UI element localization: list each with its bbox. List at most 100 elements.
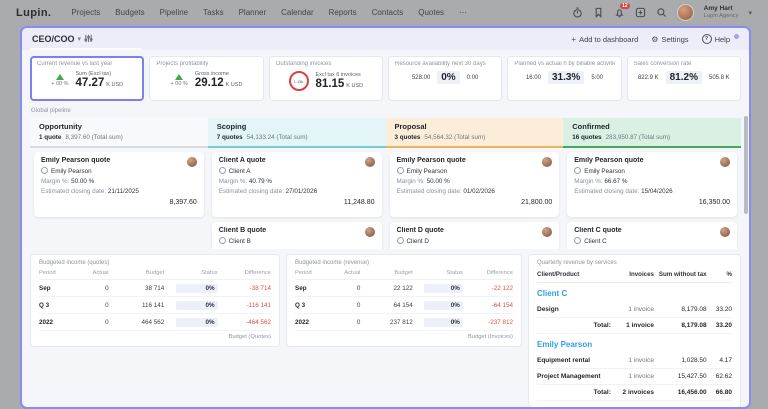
chevron-down-icon[interactable]: ▾ xyxy=(748,9,752,17)
kpi-card-projects-profitability[interactable]: Projects profitability+ 00 %Gross income… xyxy=(149,56,263,101)
search-icon[interactable] xyxy=(656,7,667,18)
quote-closing-date: Estimated closing date: 15/04/2026 xyxy=(574,188,730,195)
timer-icon[interactable] xyxy=(572,7,583,18)
quote-card[interactable]: Emily Pearson quoteEmily PearsonMargin %… xyxy=(567,152,737,217)
client-icon xyxy=(219,167,226,174)
stage-total: 54,564.32 (Total sum) xyxy=(424,134,485,141)
client-icon xyxy=(41,167,48,174)
quote-client: Emily Pearson xyxy=(41,167,197,175)
group-name-link[interactable]: Client C xyxy=(537,283,732,303)
closing-value: 27/01/2026 xyxy=(286,188,318,195)
invoices-cell: 1 invoice xyxy=(619,369,654,385)
difference-cell: -38 714 xyxy=(218,280,271,297)
client-icon xyxy=(397,167,404,174)
nav-item-pipeline[interactable]: Pipeline xyxy=(160,8,188,17)
stage-name: Proposal xyxy=(395,122,555,131)
kpi-card-sales-conversion-rate[interactable]: Sales conversion rate822.9 K81.2%505.8 K xyxy=(627,56,741,101)
quote-card[interactable]: Client D quoteClient D xyxy=(390,222,560,249)
quote-card[interactable]: Emily Pearson quoteEmily PearsonMargin %… xyxy=(390,152,560,217)
client-icon xyxy=(219,237,226,244)
status-cell: 0% xyxy=(413,297,463,314)
table-header-row: Client/ProductInvoicesSum without tax% xyxy=(537,268,732,283)
kpi-card-resource-availability-next-30-days[interactable]: Resource availability next 30 days528:00… xyxy=(388,56,502,101)
table-row: 20220464 5620%-464 562 xyxy=(39,314,271,331)
table-row: Q 30116 1410%-116 141 xyxy=(39,297,271,314)
dashboard-title[interactable]: CEO/COO xyxy=(32,34,75,44)
stage-total: 54,133.24 (Total sum) xyxy=(247,134,308,141)
kpi-value: 29.12 xyxy=(195,77,224,89)
quote-client: Client A xyxy=(219,167,375,175)
dashboard-actions: +Add to dashboard ⚙Settings ?Help xyxy=(571,34,739,44)
stage-header-proposal[interactable]: Proposal3 quotes54,564.32 (Total sum) xyxy=(386,118,564,148)
nav-item-calendar[interactable]: Calendar xyxy=(281,8,313,17)
invoices-cell: 1 invoice xyxy=(619,302,654,318)
nav-item-item[interactable]: ⋯ xyxy=(459,8,467,17)
total-label: Total: xyxy=(537,385,619,401)
quote-closing-date: Estimated closing date: 27/01/2026 xyxy=(219,188,375,195)
kpi-unit: K USD xyxy=(106,82,123,88)
quote-client: Client C xyxy=(574,237,730,245)
panel-title: Quarterly revenue by services xyxy=(537,260,732,266)
column-header: Budget xyxy=(109,268,165,280)
total-invoices: 1 invoice xyxy=(619,318,654,334)
nav-item-contacts[interactable]: Contacts xyxy=(372,8,404,17)
kpi-left-value: 16:00 xyxy=(526,75,541,81)
quote-title: Client B quote xyxy=(219,227,375,234)
action-help[interactable]: ?Help xyxy=(702,34,739,44)
user-avatar[interactable] xyxy=(677,4,694,21)
action-add-to-dashboard[interactable]: +Add to dashboard xyxy=(571,35,638,44)
kpi-card-current-revenue-vs-last-year[interactable]: Current revenue vs last year+ 00 %Sum (E… xyxy=(30,56,144,101)
period-cell: 2022 xyxy=(295,314,330,331)
nav-item-reports[interactable]: Reports xyxy=(329,8,357,17)
user-info[interactable]: Amy Hart Lupin Agency xyxy=(704,5,739,19)
kpi-right-value: 505.8 K xyxy=(709,75,730,81)
bookmark-icon[interactable] xyxy=(593,7,604,18)
budget-quotes-table: PeriodActualBudgetStatusDifferenceSep038… xyxy=(39,268,271,331)
dashboard-body: Current revenue vs last year+ 00 %Sum (E… xyxy=(22,50,749,408)
nav-item-planner[interactable]: Planner xyxy=(239,8,267,17)
quote-card[interactable]: Client A quoteClient AMargin %: 40.79 %E… xyxy=(212,152,382,217)
kpi-left-value: 528:00 xyxy=(412,75,430,81)
stage-header-scoping[interactable]: Scoping7 quotes54,133.24 (Total sum) xyxy=(208,118,386,148)
quarterly-revenue-panel: Quarterly revenue by services Client/Pro… xyxy=(528,254,741,408)
action-settings[interactable]: ⚙Settings xyxy=(651,35,688,44)
kpi-card-planned-vs-actual-h-by-billable-activities[interactable]: Planned vs actual h by billable activiti… xyxy=(507,56,621,101)
status-cell: 0% xyxy=(164,297,217,314)
user-name: Amy Hart xyxy=(704,5,739,12)
nav-item-projects[interactable]: Projects xyxy=(71,8,100,17)
table-row: Sep038 7140%-38 714 xyxy=(39,280,271,297)
total-percent: 66.80 xyxy=(707,385,732,401)
help-icon: ? xyxy=(702,34,712,44)
quote-card[interactable]: Emily Pearson quoteEmily PearsonMargin %… xyxy=(34,152,204,217)
status-cell: 0% xyxy=(164,280,217,297)
nav-item-quotes[interactable]: Quotes xyxy=(418,8,444,17)
nav-item-budgets[interactable]: Budgets xyxy=(115,8,144,17)
group-name-link[interactable]: Emily Pearson xyxy=(537,334,732,354)
chevron-down-icon[interactable]: ▾ xyxy=(78,35,82,43)
add-new-icon[interactable] xyxy=(635,7,646,18)
nav-item-tasks[interactable]: Tasks xyxy=(203,8,223,17)
table-row: 20220237 8120%-237 812 xyxy=(295,314,513,331)
quote-title: Emily Pearson quote xyxy=(397,157,553,164)
quote-card[interactable]: Client B quoteClient B xyxy=(212,222,382,249)
stage-header-confirmed[interactable]: Confirmed16 quotes283,950.87 (Total sum) xyxy=(563,118,741,148)
kpi-card-outstanding-invoices[interactable]: Outstanding invoices1.15kExcl tax 6 invo… xyxy=(269,56,383,101)
vertical-scrollbar[interactable] xyxy=(744,116,748,214)
stage-header-opportunity[interactable]: Opportunity1 quote8,397.60 (Total sum) xyxy=(30,118,208,148)
app-logo[interactable]: Lupin. xyxy=(16,7,51,19)
kpi-title: Planned vs actual h by billable activiti… xyxy=(514,61,614,67)
quote-margin: Margin %: 40.79 % xyxy=(219,178,375,185)
quote-closing-date: Estimated closing date: 21/11/2025 xyxy=(41,188,197,195)
margin-label: Margin %: xyxy=(219,178,249,185)
difference-cell: -22 122 xyxy=(463,280,513,297)
margin-label: Margin %: xyxy=(41,178,71,185)
quote-margin: Margin %: 50.00 % xyxy=(41,178,197,185)
percent-cell: 4.17 xyxy=(707,353,732,369)
total-percent: 33.20 xyxy=(707,318,732,334)
bell-icon[interactable]: 12 xyxy=(614,7,625,18)
filter-icon[interactable] xyxy=(84,30,93,48)
quote-card[interactable]: Client C quoteClient C xyxy=(567,222,737,249)
stage-total: 8,397.60 (Total sum) xyxy=(65,134,122,141)
column-header: Invoices xyxy=(619,268,654,283)
column-header: Difference xyxy=(218,268,271,280)
